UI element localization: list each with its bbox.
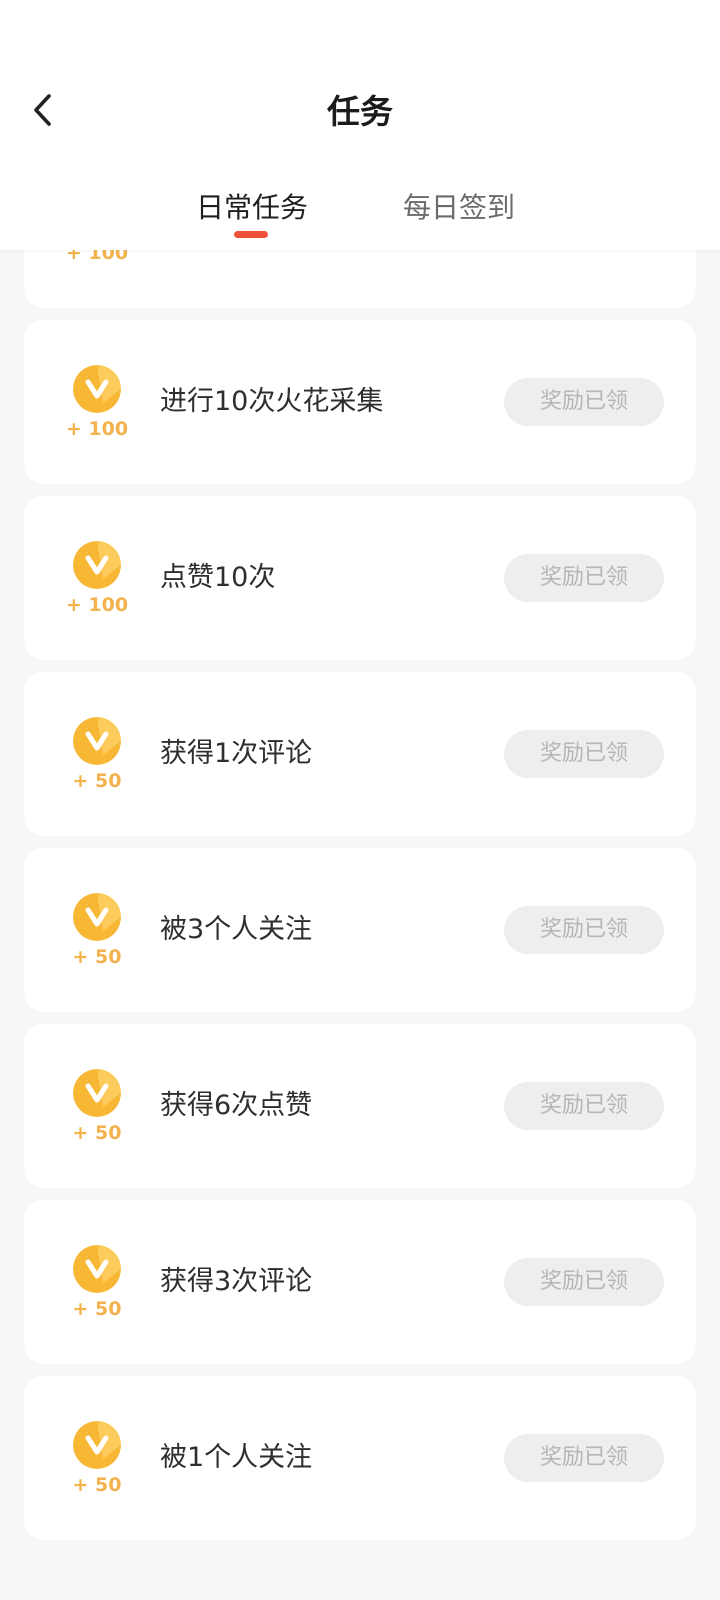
coin-icon [73,365,121,413]
coin-icon [73,1245,121,1293]
active-tab-indicator [234,231,268,238]
tab-bar: 日常任务 每日签到 [0,186,720,240]
tab-daily-checkin[interactable]: 每日签到 [403,186,515,230]
task-list[interactable]: + 100 + 100 进行10次火花采集 奖励已领 + 100 点赞10次 奖… [24,144,696,1552]
task-card: + 100 点赞10次 奖励已领 [24,496,696,660]
task-name: 获得3次评论 [160,1266,313,1297]
coin-icon [73,1069,121,1117]
task-screen: + 100 + 100 进行10次火花采集 奖励已领 + 100 点赞10次 奖… [0,0,720,1600]
coin-icon [73,1421,121,1469]
task-card: + 50 被1个人关注 奖励已领 [24,1376,696,1540]
task-name: 点赞10次 [160,562,276,593]
reward-claimed-button[interactable]: 奖励已领 [504,554,664,602]
task-card: + 50 获得1次评论 奖励已领 [24,672,696,836]
reward-claimed-button[interactable]: 奖励已领 [504,906,664,954]
reward-claimed-button[interactable]: 奖励已领 [504,1082,664,1130]
reward-amount: + 100 [65,418,129,440]
reward-claimed-button[interactable]: 奖励已领 [504,1434,664,1482]
task-card: + 50 被3个人关注 奖励已领 [24,848,696,1012]
reward-amount: + 50 [72,1298,122,1320]
tab-daily-tasks[interactable]: 日常任务 [196,186,308,230]
reward-amount: + 50 [72,1474,122,1496]
reward-amount: + 100 [65,594,129,616]
coin-icon [73,541,121,589]
coin-icon [73,893,121,941]
task-card: + 50 获得6次点赞 奖励已领 [24,1024,696,1188]
app-header: 任务 日常任务 每日签到 [0,0,720,250]
task-card: + 100 进行10次火花采集 奖励已领 [24,320,696,484]
coin-icon [73,717,121,765]
task-name: 被1个人关注 [160,1442,313,1473]
reward-amount: + 50 [72,1122,122,1144]
task-name: 被3个人关注 [160,914,313,945]
reward-amount: + 50 [72,946,122,968]
task-card: + 50 获得3次评论 奖励已领 [24,1200,696,1364]
page-title: 任务 [327,92,393,131]
task-name: 进行10次火花采集 [160,386,384,417]
reward-claimed-button[interactable]: 奖励已领 [504,378,664,426]
task-name: 获得6次点赞 [160,1090,313,1121]
task-name: 获得1次评论 [160,738,313,769]
reward-claimed-button[interactable]: 奖励已领 [504,730,664,778]
reward-claimed-button[interactable]: 奖励已领 [504,1258,664,1306]
reward-amount: + 50 [72,770,122,792]
